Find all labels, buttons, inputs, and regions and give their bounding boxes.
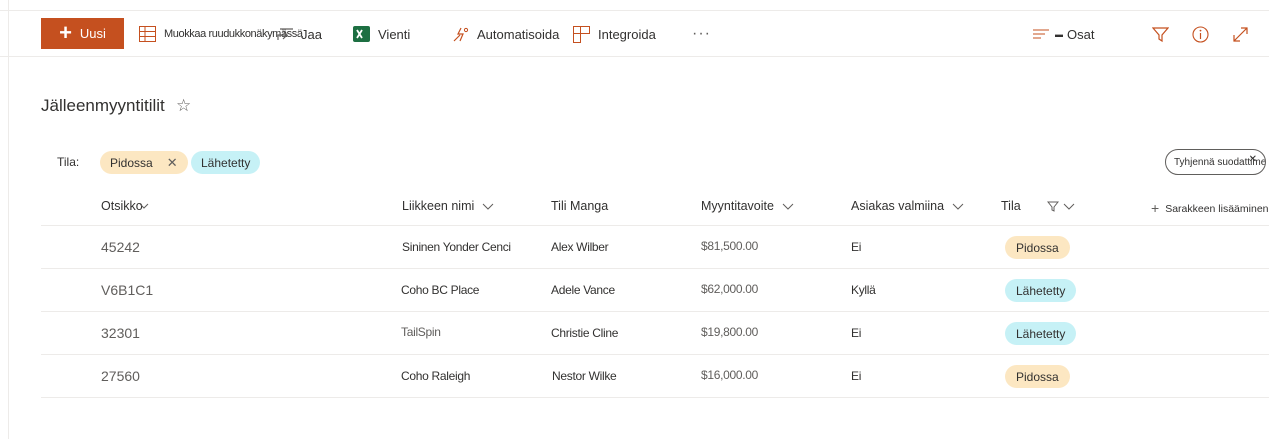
row-1-target: $81,500.00	[701, 239, 759, 253]
row-divider	[41, 354, 1269, 355]
column-header-label: Asiakas valmiina	[851, 199, 945, 213]
row-1-manager: Alex Wilber	[551, 240, 609, 254]
column-header-label: Tila	[1001, 199, 1021, 213]
page-title: Jälleenmyyntitilit	[41, 96, 165, 115]
row-4-ready: Ei	[851, 369, 862, 383]
column-header-manager[interactable]: Tili Manga	[551, 199, 608, 213]
column-header-business[interactable]: Liikkeen nimi	[402, 199, 494, 213]
row-divider	[41, 268, 1269, 269]
integrate-icon	[573, 25, 590, 43]
view-lines-icon	[1033, 28, 1051, 40]
row-4-target: $16,000.00	[701, 368, 759, 382]
row-1-ready: Ei	[851, 240, 862, 254]
command-bar: + Uusi Muokkaa ruudukkonäkymässä Jaa Vie…	[0, 11, 1269, 57]
clear-filters-button[interactable]: Tyhjennä suodattimet ✕	[1165, 149, 1266, 175]
row-1-title[interactable]: 45242	[101, 239, 140, 255]
grid-icon	[139, 26, 156, 42]
status-badge: Lähetetty	[1005, 322, 1077, 345]
row-2-title[interactable]: V6B1C1	[101, 282, 153, 298]
chevron-down-icon	[482, 203, 494, 210]
add-column-label: Sarakkeen lisääminen	[1165, 203, 1269, 215]
plus-icon: +	[1151, 200, 1160, 216]
export-button[interactable]: Vienti	[353, 11, 410, 57]
share-button[interactable]: Jaa	[277, 11, 322, 57]
automate-icon	[452, 26, 469, 43]
column-header-target[interactable]: Myyntitavoite	[701, 199, 794, 213]
integrate-label: Integroida	[598, 26, 656, 42]
row-1-business: Sininen Yonder Cenci	[402, 240, 511, 254]
column-header-title[interactable]: Otsikko	[101, 199, 149, 213]
automate-button[interactable]: Automatisoida	[452, 11, 559, 57]
row-3-ready: Ei	[851, 326, 862, 340]
automate-label: Automatisoida	[477, 26, 560, 42]
share-icon	[277, 27, 295, 41]
remove-filter-icon[interactable]: ✕	[167, 155, 178, 171]
info-icon[interactable]	[1189, 23, 1211, 45]
column-header-label: Liikkeen nimi	[402, 199, 475, 213]
column-header-label: Otsikko	[101, 199, 143, 213]
chevron-down-icon	[139, 203, 149, 210]
filter-pill-label: Pidossa	[110, 155, 153, 170]
row-divider	[41, 311, 1269, 312]
row-2-manager: Adele Vance	[551, 283, 615, 297]
filter-pill-lahetetty[interactable]: Lähetetty	[191, 151, 261, 174]
column-header-status[interactable]: Tila	[1001, 199, 1075, 213]
excel-icon	[353, 26, 370, 42]
chevron-down-icon	[1063, 203, 1075, 210]
row-3-manager: Christie Cline	[551, 326, 619, 340]
parts-label: Osat	[1067, 26, 1095, 42]
filter-icon	[1046, 201, 1059, 212]
plus-icon: +	[59, 19, 72, 45]
row-4-manager: Nestor Wilke	[552, 369, 617, 383]
new-button-label: Uusi	[79, 26, 106, 41]
integrate-button[interactable]: Integroida	[573, 11, 656, 57]
row-4-title[interactable]: 27560	[101, 368, 140, 384]
row-3-business: TailSpin	[401, 325, 441, 339]
chevron-down-icon	[782, 203, 794, 210]
status-badge: Pidossa	[1005, 236, 1070, 259]
row-3-target: $19,800.00	[701, 325, 759, 339]
favorite-star-icon[interactable]: ☆	[176, 96, 191, 116]
expand-icon[interactable]	[1229, 23, 1251, 45]
filter-pill-label: Lähetetty	[201, 155, 251, 170]
header-divider	[41, 225, 1269, 226]
status-badge: Pidossa	[1005, 365, 1070, 388]
column-header-ready[interactable]: Asiakas valmiina	[851, 199, 964, 213]
filter-icon[interactable]	[1149, 23, 1171, 45]
column-header-label: Myyntitavoite	[701, 199, 774, 213]
row-2-business: Coho BC Place	[401, 283, 480, 297]
row-divider	[41, 397, 1269, 398]
filter-pill-pidossa[interactable]: Pidossa ✕	[100, 151, 188, 174]
row-2-ready: Kyllä	[851, 283, 876, 297]
row-4-business: Coho Raleigh	[401, 369, 471, 383]
more-options-button[interactable]: ···	[692, 25, 711, 43]
parts-sub-icon: ▬	[1055, 29, 1063, 39]
add-column-button[interactable]: + Sarakkeen lisääminen	[1151, 199, 1269, 216]
chevron-down-icon	[952, 203, 964, 210]
new-button[interactable]: + Uusi	[41, 18, 124, 49]
share-label: Jaa	[301, 26, 322, 42]
close-icon: ✕	[1248, 154, 1257, 165]
export-label: Vienti	[378, 26, 411, 42]
parts-button[interactable]: ▬ Osat	[1033, 11, 1094, 57]
row-3-title[interactable]: 32301	[101, 325, 140, 341]
left-divider	[8, 0, 9, 439]
filter-label: Tila:	[57, 155, 80, 169]
column-header-label: Tili Manga	[551, 199, 609, 213]
status-badge: Lähetetty	[1005, 279, 1077, 302]
row-2-target: $62,000.00	[701, 282, 759, 296]
